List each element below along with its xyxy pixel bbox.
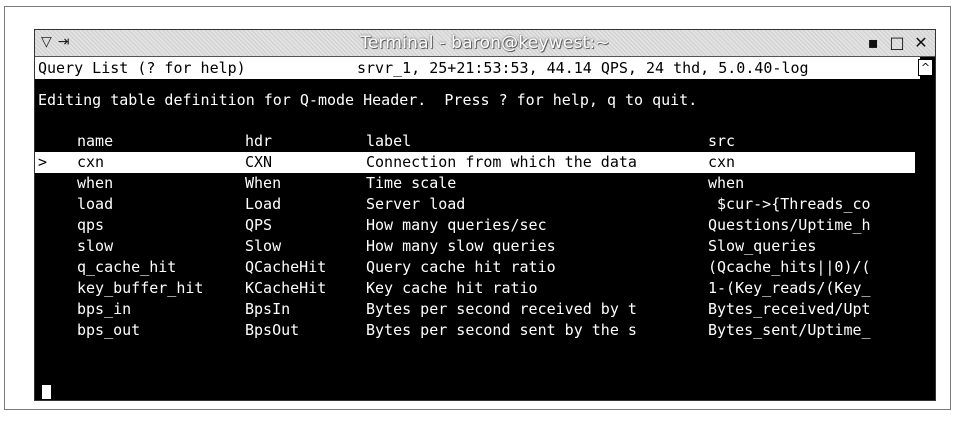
row-name: cxn xyxy=(77,153,105,171)
row-src: Questions/Uptime_h xyxy=(708,216,871,234)
terminal-content[interactable]: Editing table definition for Q-mode Head… xyxy=(35,79,935,401)
row-label: Query cache hit ratio xyxy=(366,258,556,276)
figure-frame: ▽ ⇥ Terminal - baron@keywest:~ ▪ □ ✕ Que… xyxy=(4,6,951,410)
terminal-window: ▽ ⇥ Terminal - baron@keywest:~ ▪ □ ✕ Que… xyxy=(34,29,936,401)
table-row[interactable]: q_cache_hit QCacheHit Query cache hit ra… xyxy=(35,257,915,278)
row-label: Time scale xyxy=(366,174,457,192)
row-hdr: When xyxy=(245,174,282,192)
table-row[interactable]: key_buffer_hit KCacheHit Key cache hit r… xyxy=(35,278,915,299)
row-label: Connection from which the data xyxy=(366,153,637,171)
row-name: bps_out xyxy=(77,321,141,339)
row-name: qps xyxy=(77,216,105,234)
row-label: How many slow queries xyxy=(366,237,556,255)
table-row[interactable]: bps_out BpsOut Bytes per second sent by … xyxy=(35,320,915,341)
row-src: cxn xyxy=(708,153,736,171)
selection-marker: > xyxy=(38,153,48,171)
row-src: Bytes_sent/Uptime_ xyxy=(708,321,871,339)
title-bar[interactable]: ▽ ⇥ Terminal - baron@keywest:~ ▪ □ ✕ xyxy=(35,30,935,57)
row-hdr: BpsIn xyxy=(245,300,291,318)
header-hdr: hdr xyxy=(245,132,273,150)
table-row[interactable]: when When Time scale when xyxy=(35,173,915,194)
header-label: label xyxy=(366,132,412,150)
table-row[interactable]: slow Slow How many slow queries Slow_que… xyxy=(35,236,915,257)
row-hdr: Load xyxy=(245,195,282,213)
table-row[interactable]: > cxn CXN Connection from which the data… xyxy=(35,152,915,173)
row-src: (Qcache_hits||0)/( xyxy=(708,258,871,276)
header-src: src xyxy=(708,132,736,150)
row-hdr: BpsOut xyxy=(245,321,300,339)
row-hdr: KCacheHit xyxy=(245,279,327,297)
status-right: srvr_1, 25+21:53:53, 44.14 QPS, 24 thd, … xyxy=(357,59,809,77)
row-src: Slow_queries xyxy=(708,237,817,255)
maximize-button[interactable]: □ xyxy=(889,33,905,52)
table-header: name hdr label src xyxy=(35,131,915,152)
table-row[interactable]: qps QPS How many queries/sec Questions/U… xyxy=(35,215,915,236)
row-hdr: QPS xyxy=(245,216,273,234)
row-name: q_cache_hit xyxy=(77,258,177,276)
row-hdr: Slow xyxy=(245,237,282,255)
row-name: key_buffer_hit xyxy=(77,279,204,297)
status-left: Query List (? for help) xyxy=(38,59,246,77)
table-row[interactable]: bps_in BpsIn Bytes per second received b… xyxy=(35,299,915,320)
row-hdr: QCacheHit xyxy=(245,258,327,276)
row-name: when xyxy=(77,174,114,192)
status-line: Query List (? for help) srvr_1, 25+21:53:… xyxy=(35,57,920,79)
scroll-up-button[interactable]: ^ xyxy=(918,59,933,76)
row-label: Bytes per second received by t xyxy=(366,300,637,318)
row-label: How many queries/sec xyxy=(366,216,547,234)
row-label: Bytes per second sent by the s xyxy=(366,321,637,339)
text-cursor xyxy=(42,385,51,399)
row-src: 1-(Key_reads/(Key_ xyxy=(708,279,871,297)
editing-message: Editing table definition for Q-mode Head… xyxy=(38,91,698,109)
row-name: slow xyxy=(77,237,114,255)
row-src: Bytes_received/Upt xyxy=(708,300,871,318)
minimize-button[interactable]: ▪ xyxy=(865,33,881,52)
table-row[interactable]: load Load Server load $cur->{Threads_co xyxy=(35,194,915,215)
window-title: Terminal - baron@keywest:~ xyxy=(360,33,610,53)
row-name: bps_in xyxy=(77,300,132,318)
row-label: Key cache hit ratio xyxy=(366,279,538,297)
row-src: $cur->{Threads_co xyxy=(708,195,871,213)
row-label: Server load xyxy=(366,195,466,213)
row-name: load xyxy=(77,195,114,213)
row-hdr: CXN xyxy=(245,153,273,171)
header-name: name xyxy=(77,132,114,150)
row-src: when xyxy=(708,174,745,192)
close-button[interactable]: ✕ xyxy=(913,33,929,52)
